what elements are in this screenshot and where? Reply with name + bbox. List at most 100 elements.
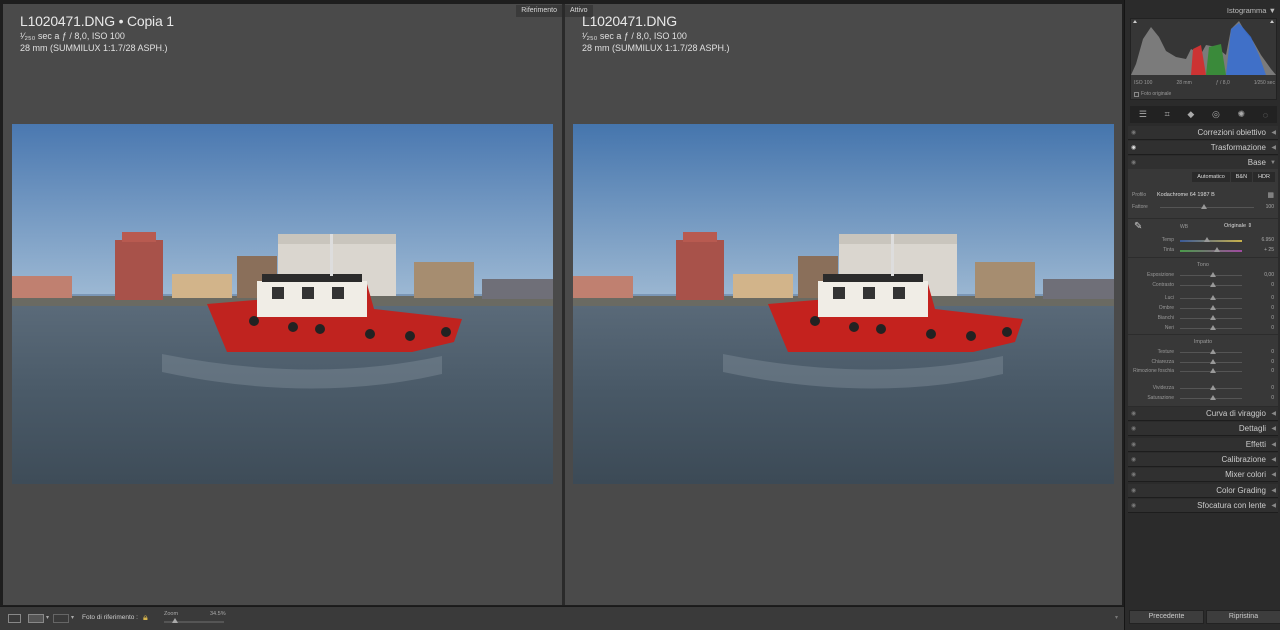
active-photo[interactable] xyxy=(573,124,1114,484)
original-photo-toggle[interactable]: Foto originale xyxy=(1134,91,1171,97)
exposure-value[interactable]: 0,00 xyxy=(1264,272,1274,278)
slider-knob[interactable] xyxy=(1204,237,1210,242)
sliders-icon[interactable]: ☰ xyxy=(1139,109,1147,120)
clarity-value[interactable]: 0 xyxy=(1271,359,1274,365)
lock-icon[interactable]: 🔒︎ xyxy=(143,612,148,623)
eye-icon[interactable]: ◉ xyxy=(1131,156,1136,170)
vibrance-slider[interactable]: Vividezza 0 xyxy=(1128,384,1278,393)
section-color-grading[interactable]: ◉ Color Grading ◀ xyxy=(1128,483,1278,498)
shadows-slider[interactable]: Ombre 0 xyxy=(1128,304,1278,313)
histogram[interactable]: ISO 100 28 mm ƒ / 8,0 1⁄250 sec Foto ori… xyxy=(1130,18,1277,100)
bw-button[interactable]: B&N xyxy=(1230,172,1253,182)
section-curva-di-viraggio[interactable]: ◉ Curva di viraggio ◀ xyxy=(1128,407,1278,421)
section-calibrazione[interactable]: ◉ Calibrazione ◀ xyxy=(1128,452,1278,467)
amount-value[interactable]: 100 xyxy=(1266,204,1274,210)
eye-icon[interactable]: ◉ xyxy=(1131,468,1136,482)
slider-knob[interactable] xyxy=(1210,295,1216,300)
highlights-value[interactable]: 0 xyxy=(1271,295,1274,301)
dehaze-label: Rimozione foschia xyxy=(1133,368,1174,374)
section-mixer-colori[interactable]: ◉ Mixer colori ◀ xyxy=(1128,468,1278,483)
eye-icon[interactable]: ◉ xyxy=(1131,438,1136,452)
eye-icon[interactable]: ◉ xyxy=(1131,407,1136,421)
temp-value[interactable]: 6.950 xyxy=(1261,237,1274,243)
slider-knob[interactable] xyxy=(1210,305,1216,310)
slider-knob[interactable] xyxy=(1210,325,1216,330)
dropdown-arrow-icon[interactable]: ▾ xyxy=(46,614,49,621)
hdr-button[interactable]: HDR xyxy=(1253,172,1275,182)
active-pane[interactable]: Attivo L1020471.DNG ¹⁄₂₅₀ sec a ƒ / 8,0,… xyxy=(565,4,1122,605)
wb-select[interactable]: Originale ⇕ xyxy=(1224,223,1252,229)
dropdown-arrow-icon[interactable]: ▾ xyxy=(71,614,74,621)
eye-icon[interactable]: ◉ xyxy=(1131,499,1136,513)
slider-knob[interactable] xyxy=(1201,204,1207,209)
eye-icon[interactable]: ◉ xyxy=(1131,422,1136,436)
slider-knob[interactable] xyxy=(1210,272,1216,277)
texture-value[interactable]: 0 xyxy=(1271,349,1274,355)
whites-value[interactable]: 0 xyxy=(1271,315,1274,321)
clarity-slider[interactable]: Chiarezza 0 xyxy=(1128,358,1278,367)
before-after-icon[interactable] xyxy=(53,614,69,623)
slider-knob[interactable] xyxy=(1210,349,1216,354)
checkbox-icon[interactable] xyxy=(1134,91,1139,97)
vibrance-value[interactable]: 0 xyxy=(1271,385,1274,391)
section-sfocatura-con-lente[interactable]: ◉ Sfocatura con lente ◀ xyxy=(1128,498,1278,513)
texture-slider[interactable]: Texture 0 xyxy=(1128,348,1278,357)
contrast-slider[interactable]: Contrasto 0 xyxy=(1128,281,1278,290)
toolbar-menu-icon[interactable]: ▾ xyxy=(1115,614,1118,621)
develop-right-panel: Istogramma ▼ ISO 100 28 mm ƒ / 8,0 1⁄250… xyxy=(1124,0,1280,630)
amount-slider[interactable]: Fattore 100 xyxy=(1128,203,1278,212)
slider-knob[interactable] xyxy=(1214,247,1220,252)
blacks-value[interactable]: 0 xyxy=(1271,325,1274,331)
profile-select[interactable]: Kodachrome 64 1987 B xyxy=(1157,192,1215,198)
previous-button[interactable]: Precedente xyxy=(1129,610,1204,624)
preset-icon[interactable]: ◌ xyxy=(1263,110,1268,120)
section-dettagli[interactable]: ◉ Dettagli ◀ xyxy=(1128,422,1278,437)
slider-knob[interactable] xyxy=(1210,368,1216,373)
eye-icon[interactable]: ◉ xyxy=(1131,141,1136,155)
eyedropper-icon[interactable]: ✎ xyxy=(1134,221,1142,232)
active-filename: L1020471.DNG xyxy=(582,13,677,29)
profile-browser-icon[interactable]: ▦ xyxy=(1267,191,1274,199)
dehaze-value[interactable]: 0 xyxy=(1271,368,1274,374)
slider-knob[interactable] xyxy=(1210,315,1216,320)
eye-icon[interactable]: ◉ xyxy=(1131,126,1136,140)
eraser-icon[interactable]: ◆ xyxy=(1187,109,1194,120)
slider-knob[interactable] xyxy=(1210,359,1216,364)
saturation-slider[interactable]: Saturazione 0 xyxy=(1128,394,1278,403)
reference-pane[interactable]: Riferimento L1020471.DNG • Copia 1 ¹⁄₂₅₀… xyxy=(3,4,562,605)
section-effetti[interactable]: ◉ Effetti ◀ xyxy=(1128,437,1278,452)
eye-icon[interactable]: ◉ xyxy=(1131,484,1136,498)
crop-icon[interactable]: ⌗ xyxy=(1165,109,1170,120)
redeye-icon[interactable]: ◎ xyxy=(1212,109,1220,120)
dehaze-slider[interactable]: Rimozione foschia 0 xyxy=(1128,367,1278,376)
contrast-value[interactable]: 0 xyxy=(1271,282,1274,288)
reference-photo[interactable] xyxy=(12,124,553,484)
reference-filename: L1020471.DNG • Copia 1 xyxy=(20,13,174,29)
histogram-title[interactable]: Istogramma ▼ xyxy=(1227,6,1276,15)
blacks-slider[interactable]: Neri 0 xyxy=(1128,324,1278,333)
highlights-slider[interactable]: Luci 0 xyxy=(1128,294,1278,303)
shadows-value[interactable]: 0 xyxy=(1271,305,1274,311)
section-basic[interactable]: ◉ Base ▼ xyxy=(1128,156,1278,170)
auto-button[interactable]: Automatico xyxy=(1192,172,1230,182)
saturation-value[interactable]: 0 xyxy=(1271,395,1274,401)
clarity-label: Chiarezza xyxy=(1151,359,1174,365)
temp-slider[interactable]: Temp 6.950 xyxy=(1128,236,1278,245)
reset-button[interactable]: Ripristina xyxy=(1206,610,1280,624)
slider-knob[interactable] xyxy=(1210,385,1216,390)
mask-icon[interactable]: ✺ xyxy=(1238,109,1246,120)
slider-knob[interactable] xyxy=(1210,395,1216,400)
compare-view-icon[interactable] xyxy=(28,614,44,623)
section-lens-corrections[interactable]: ◉ Correzioni obiettivo ◀ xyxy=(1128,126,1278,140)
slider-knob[interactable] xyxy=(1210,282,1216,287)
eye-icon[interactable]: ◉ xyxy=(1131,453,1136,467)
tint-value[interactable]: + 25 xyxy=(1264,247,1274,253)
whites-slider[interactable]: Bianchi 0 xyxy=(1128,314,1278,323)
tint-slider[interactable]: Tinta + 25 xyxy=(1128,246,1278,255)
temp-label: Temp xyxy=(1161,237,1174,243)
loupe-view-icon[interactable] xyxy=(8,614,21,623)
exposure-slider[interactable]: Esposizione 0,00 xyxy=(1128,271,1278,280)
zoom-knob[interactable] xyxy=(172,618,178,623)
saturation-label: Saturazione xyxy=(1147,395,1174,401)
section-transform[interactable]: ◉ Trasformazione ◀ xyxy=(1128,141,1278,155)
